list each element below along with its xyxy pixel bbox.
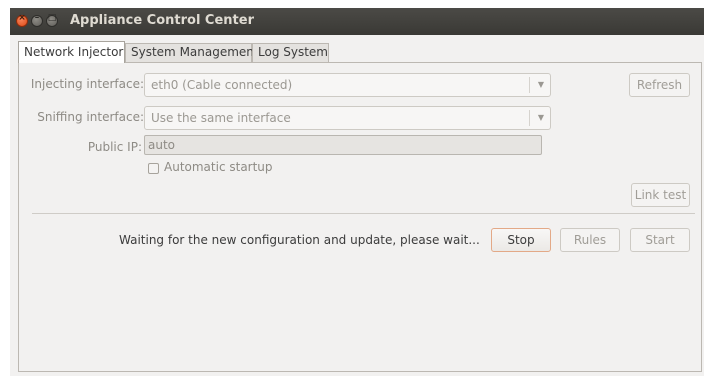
tab-network-injector[interactable]: Network Injector — [18, 41, 125, 63]
injecting-interface-value: eth0 (Cable connected) — [151, 78, 293, 92]
tab-system-management[interactable]: System Management — [125, 43, 259, 62]
minimize-icon[interactable]: – — [31, 13, 43, 27]
sniffing-interface-value: Use the same interface — [151, 111, 291, 125]
automatic-startup-label: Automatic startup — [164, 160, 273, 174]
status-message: Waiting for the new configuration and up… — [119, 233, 480, 247]
divider — [32, 213, 695, 214]
sniffing-interface-label: Sniffing interface: — [37, 110, 144, 124]
start-button[interactable]: Start — [630, 228, 690, 252]
chevron-down-icon: ▼ — [537, 113, 544, 122]
maximize-icon[interactable]: □ — [46, 13, 58, 27]
public-ip-label: Public IP: — [87, 140, 142, 154]
app-window: × – □ Appliance Control Center Network I… — [10, 8, 704, 376]
window-title: Appliance Control Center — [70, 13, 254, 28]
rules-button[interactable]: Rules — [560, 228, 620, 252]
tab-log-system[interactable]: Log System — [252, 43, 329, 62]
network-injector-panel: Injecting interface: eth0 (Cable connect… — [18, 62, 702, 372]
chevron-down-icon: ▼ — [537, 80, 544, 89]
automatic-startup-checkbox[interactable] — [148, 163, 159, 174]
injecting-interface-label: Injecting interface: — [30, 77, 144, 91]
combo-separator — [529, 77, 530, 93]
close-icon[interactable]: × — [16, 13, 28, 27]
title-bar[interactable]: × – □ Appliance Control Center — [10, 8, 704, 35]
refresh-button[interactable]: Refresh — [629, 73, 690, 97]
public-ip-field[interactable]: auto — [144, 135, 542, 155]
sniffing-interface-combo[interactable]: Use the same interface ▼ — [144, 106, 551, 130]
injecting-interface-combo[interactable]: eth0 (Cable connected) ▼ — [144, 73, 551, 97]
stop-button[interactable]: Stop — [491, 228, 551, 252]
combo-separator — [529, 110, 530, 126]
link-test-button[interactable]: Link test — [631, 183, 690, 207]
